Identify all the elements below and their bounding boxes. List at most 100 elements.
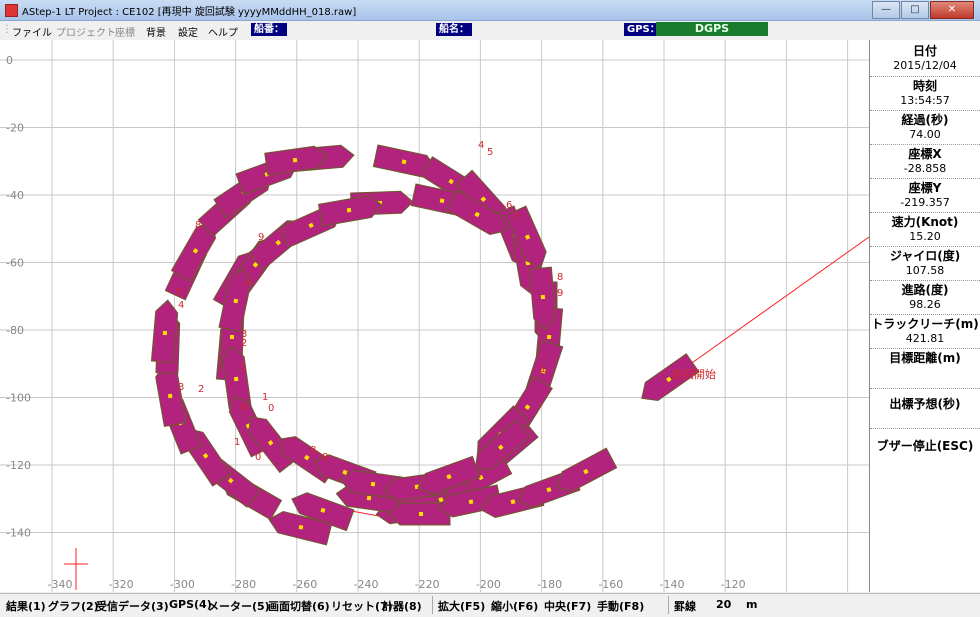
x-tick-label: -280 [231, 578, 256, 591]
ship-number-label: 8 [322, 452, 328, 463]
screen-switch-button[interactable]: 画面切替(6) [268, 598, 330, 614]
coord-y-cell: 座標Y -219.357 [870, 178, 980, 209]
menu-help[interactable]: ヘルプ [208, 24, 238, 39]
x-tick-label: -200 [476, 578, 501, 591]
menu-project[interactable]: プロジェクト [56, 24, 116, 39]
ship-number-label: 0 [268, 403, 274, 414]
date-label: 日付 [912, 44, 937, 58]
ship-center-dot [401, 159, 407, 165]
menu-coordinates[interactable]: 座標 [115, 24, 135, 39]
menu-grip: ⋮ [2, 24, 12, 35]
time-value: 13:54:57 [900, 94, 950, 107]
result-button[interactable]: 結果(1) [6, 598, 46, 614]
buzzer-stop-button[interactable]: ブザー停止(ESC) [870, 428, 980, 467]
track-reach-label: トラックリーチ(m) [871, 317, 979, 331]
ship-center-dot [366, 495, 372, 501]
ship-number-label: 1 [234, 437, 240, 448]
app-icon [5, 4, 18, 17]
x-tick-label: -140 [660, 578, 685, 591]
ship-marker [528, 266, 557, 331]
time-label: 時刻 [912, 79, 937, 93]
gyro-value: 107.58 [905, 264, 945, 277]
ship-number-label: 4 [245, 278, 251, 289]
ship-number-label: 8 [557, 272, 563, 283]
ship-number-label: 0 [240, 402, 246, 413]
coord-x-label: 座標X [908, 147, 942, 161]
menu-background[interactable]: 背景 [146, 24, 166, 39]
course-cell: 進路(度) 98.26 [870, 280, 980, 311]
ship-number-label: 0 [255, 452, 261, 463]
ship-center-dot [419, 512, 423, 516]
date-value: 2015/12/04 [893, 59, 957, 72]
zoom-in-button[interactable]: 拡大(F5) [438, 598, 485, 614]
ship-marker [150, 299, 179, 364]
center-button[interactable]: 中央(F7) [544, 598, 591, 614]
ship-number-label: 9 [258, 232, 264, 243]
window-controls: — □ ✕ [871, 1, 974, 19]
x-tick-label: -160 [598, 578, 623, 591]
meter-button[interactable]: メーター(5) [208, 598, 270, 614]
ship-center-dot [233, 298, 239, 304]
y-tick-label: -20 [6, 122, 24, 135]
zoom-out-button[interactable]: 縮小(F6) [491, 598, 538, 614]
y-tick-label: 0 [6, 54, 13, 67]
elapsed-value: 74.00 [909, 128, 941, 141]
ship-number-label: 2 [198, 384, 204, 395]
ship-center-dot [292, 157, 298, 163]
instrument-button[interactable]: 計器(8) [382, 598, 422, 614]
expected-time-label: 出標予想(秒) [889, 397, 961, 411]
x-tick-label: -300 [170, 578, 195, 591]
course-label: 進路(度) [901, 283, 949, 297]
ship-number-label: 9 [557, 288, 563, 299]
ship-center-dot [468, 499, 474, 505]
ship-center-dot [370, 481, 376, 487]
speed-value: 15.20 [909, 230, 941, 243]
plot-canvas[interactable]: -340 -320 -300 -280 -260 -240 -220 -200 -180 -160… [0, 40, 870, 592]
menu-bar: ⋮ ファイル プロジェクト 座標 背景 設定 ヘルプ 船番： 船名： GPS： [0, 21, 980, 39]
coord-y-label: 座標Y [908, 181, 942, 195]
info-panel: 日付 2015/12/04 時刻 13:54:57 経過(秒) 74.00 座標… [870, 40, 980, 592]
ship-center-dot [229, 334, 235, 340]
ship-number-label: 8 [195, 220, 201, 231]
ship-center-dot [233, 376, 239, 382]
course-value: 98.26 [909, 298, 941, 311]
target-distance-cell: 目標距離(m) [870, 348, 980, 387]
x-tick-label: -320 [109, 578, 134, 591]
coord-x-cell: 座標X -28.858 [870, 144, 980, 175]
ship-number-label: 8 [310, 445, 316, 456]
ship-hull [150, 299, 179, 364]
manual-button[interactable]: 手動(F8) [597, 598, 644, 614]
time-cell: 時刻 13:54:57 [870, 76, 980, 107]
graph-button[interactable]: グラフ(2) [48, 598, 99, 614]
ship-hull [528, 266, 557, 331]
status-separator [668, 596, 669, 614]
track-reach-value: 421.81 [905, 332, 945, 345]
ship-center-dot [546, 334, 552, 340]
date-cell: 日付 2015/12/04 [870, 42, 980, 72]
ship-number-label: 5 [176, 287, 182, 298]
ship-number-label: 6 [506, 200, 512, 211]
ship-number-label: 3 [178, 382, 184, 393]
y-tick-label: -140 [6, 527, 31, 540]
elapsed-label: 経過(秒) [901, 113, 949, 127]
y-tick-label: -80 [6, 324, 24, 337]
ship-number-label: 5 [487, 147, 493, 158]
gyro-label: ジャイロ(度) [889, 249, 961, 263]
status-bar: 結果(1) グラフ(2) 受信データ(3) GPS(4) メーター(5) 画面切… [0, 593, 980, 617]
maximize-button[interactable]: □ [901, 1, 929, 19]
ship-number-label: 船番： [251, 23, 287, 36]
trajectory-plot[interactable]: -340 -320 -300 -280 -260 -240 -220 -200 -180 -160… [0, 40, 870, 592]
close-button[interactable]: ✕ [930, 1, 974, 19]
gyro-cell: ジャイロ(度) 107.58 [870, 246, 980, 277]
ship-number-label: 1 [240, 362, 246, 373]
approach-track-line [667, 236, 870, 381]
window-title: AStep-1 LT Project : CE102 [再現中 旋回試験 yyy… [22, 7, 357, 18]
grid-unit: m [746, 598, 758, 611]
menu-file[interactable]: ファイル [12, 24, 52, 39]
gps-button[interactable]: GPS(4) [169, 598, 212, 611]
menu-settings[interactable]: 設定 [178, 24, 198, 39]
minimize-button[interactable]: — [872, 1, 900, 19]
received-data-button[interactable]: 受信データ(3) [96, 598, 169, 614]
ship-center-dot [167, 393, 173, 399]
elapsed-cell: 経過(秒) 74.00 [870, 110, 980, 141]
